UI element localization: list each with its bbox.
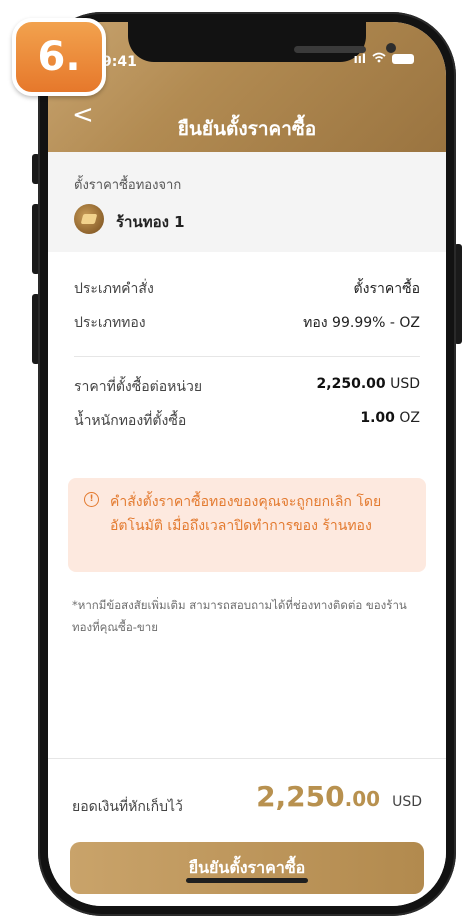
total-value: 2,250.00 USD bbox=[256, 780, 422, 813]
order-type-row: ประเภทคำสั่ง ตั้งราคาซื้อ bbox=[74, 278, 420, 300]
price-value: 2,250.00 USD bbox=[317, 376, 420, 398]
divider bbox=[74, 356, 420, 357]
battery-icon bbox=[392, 54, 414, 64]
info-icon: ! bbox=[84, 492, 99, 507]
order-type-value: ตั้งราคาซื้อ bbox=[353, 281, 420, 297]
total-unit: USD bbox=[392, 794, 422, 810]
price-label: ราคาที่ตั้งซื้อต่อหน่วย bbox=[74, 379, 203, 395]
step-badge: 6. bbox=[12, 18, 106, 96]
warning-box: ! คำสั่งตั้งราคาซื้อทองของคุณจะถูกยกเลิก… bbox=[68, 478, 426, 572]
page-title: ยืนยันตั้งราคาซื้อ bbox=[177, 118, 317, 140]
confirm-button[interactable]: ยืนยันตั้งราคาซื้อ bbox=[70, 842, 424, 894]
price-unit: USD bbox=[390, 376, 420, 392]
status-icons: ııl bbox=[354, 52, 414, 66]
gold-type-label: ประเภททอง bbox=[74, 315, 146, 331]
total-label: ยอดเงินที่หักเก็บไว้ bbox=[72, 799, 183, 815]
header-bar: 9:41 ııl < ยืนยันตั้งราคาซื้อ bbox=[48, 22, 446, 152]
gold-type-value: ทอง 99.99% - OZ bbox=[303, 315, 420, 331]
status-time: 9:41 bbox=[102, 54, 137, 70]
order-type-label: ประเภทคำสั่ง bbox=[74, 281, 154, 297]
weight-amount: 1.00 bbox=[360, 410, 395, 426]
notch bbox=[128, 22, 396, 62]
phone-screen: 9:41 ııl < ยืนยันตั้งราคาซื้อ ตั้งราคาซื… bbox=[48, 22, 446, 906]
weight-unit: OZ bbox=[399, 410, 420, 426]
home-indicator[interactable] bbox=[186, 878, 308, 883]
wifi-icon bbox=[372, 52, 386, 66]
contact-note: *หากมีข้อสงสัยเพิ่มเติม สามารถสอบถามได้ท… bbox=[72, 598, 407, 634]
footer-divider bbox=[48, 758, 446, 759]
signal-icon: ııl bbox=[353, 52, 366, 66]
total-amount-integer: 2,250.00 bbox=[256, 780, 381, 813]
shop-section: ตั้งราคาซื้อทองจาก ร้านทอง 1 bbox=[48, 152, 446, 252]
gold-bar-icon bbox=[80, 214, 98, 224]
content-area: ตั้งราคาซื้อทองจาก ร้านทอง 1 ประเภทคำสั่… bbox=[48, 152, 446, 906]
warning-text: คำสั่งตั้งราคาซื้อทองของคุณจะถูกยกเลิก โ… bbox=[110, 494, 382, 534]
total-amount-decimal: .00 bbox=[344, 787, 381, 811]
shop-logo-icon bbox=[74, 204, 104, 234]
price-amount: 2,250.00 bbox=[316, 376, 386, 392]
price-row: ราคาที่ตั้งซื้อต่อหน่วย 2,250.00 USD bbox=[74, 376, 420, 398]
weight-row: น้ำหนักทองที่ตั้งซื้อ 1.00 OZ bbox=[74, 410, 420, 432]
shop-name: ร้านทอง 1 bbox=[116, 213, 185, 231]
gold-type-row: ประเภททอง ทอง 99.99% - OZ bbox=[74, 312, 420, 334]
shop-from-label: ตั้งราคาซื้อทองจาก bbox=[74, 178, 182, 193]
weight-value: 1.00 OZ bbox=[360, 410, 420, 432]
weight-label: น้ำหนักทองที่ตั้งซื้อ bbox=[74, 413, 187, 429]
